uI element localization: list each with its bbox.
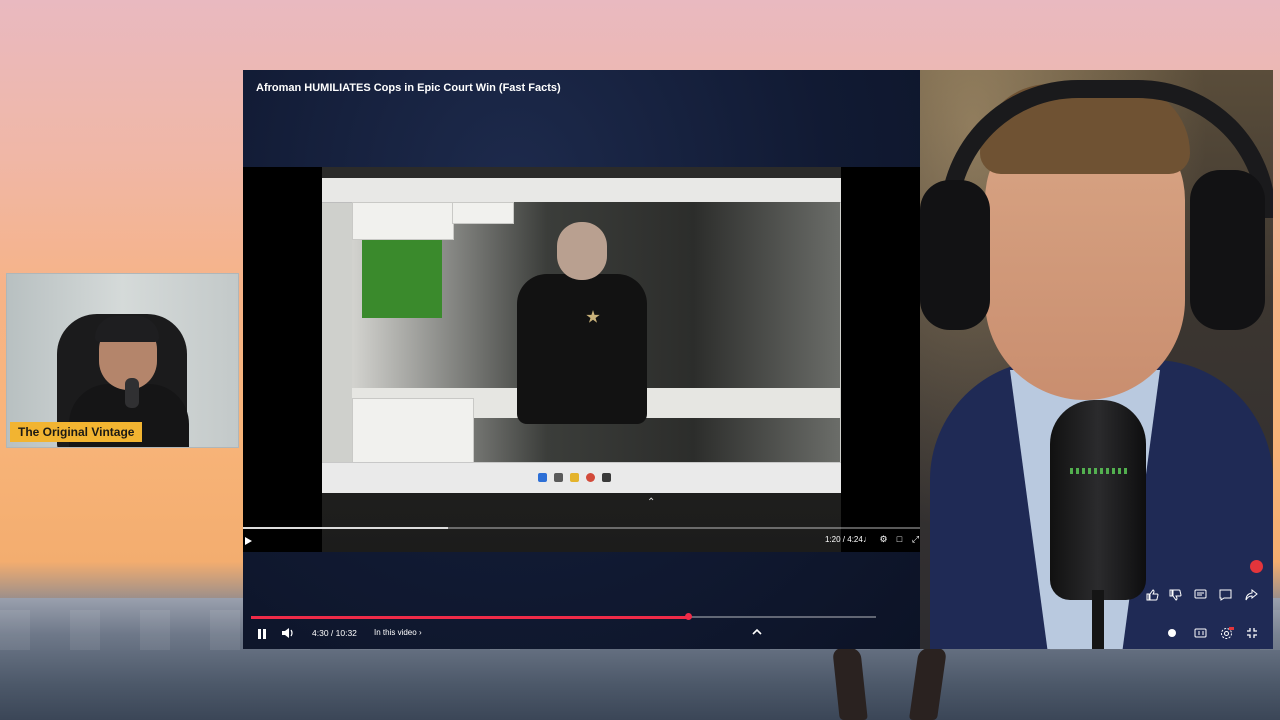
volume-icon[interactable] (281, 627, 294, 642)
embedded-volume-icon: ♩ (863, 534, 872, 544)
host-camera-feed (920, 70, 1273, 649)
chapter-button[interactable]: In this video › (374, 628, 422, 637)
background-person-legs (826, 648, 956, 720)
video-title[interactable]: Afroman HUMILIATES Cops in Epic Court Wi… (256, 82, 561, 94)
pause-icon[interactable] (257, 629, 267, 639)
comment-icon[interactable] (1194, 589, 1207, 604)
duration: 10:32 (335, 628, 357, 638)
embedded-time: 1:20 / 4:24 (825, 535, 863, 544)
microphone (1050, 400, 1146, 600)
live-indicator-dot (1250, 560, 1263, 573)
progress-scrubber-handle[interactable] (684, 613, 692, 620)
embedded-settings-icon: ⚙ (879, 534, 888, 544)
chevron-up-icon[interactable] (751, 626, 763, 640)
embedded-pip-icon: □ (896, 534, 903, 544)
chapter-label: In this video (374, 628, 417, 637)
bodycam-kitchen-scene (352, 202, 840, 464)
streamer-name-badge: The Original Vintage (10, 422, 143, 442)
inner-chevron-up-icon: ⌃ (647, 497, 656, 508)
recorded-monitor (322, 178, 841, 493)
media-player-titlebar (322, 178, 841, 203)
current-time: 4:30 (312, 628, 329, 638)
exit-fullscreen-icon[interactable] (1246, 627, 1258, 642)
time-separator: / (328, 628, 336, 638)
embedded-play-icon (245, 537, 252, 545)
recorded-taskbar (322, 462, 841, 493)
thumbs-up-icon[interactable] (1146, 589, 1159, 604)
current-time-display: 4:30 / 10:32 (312, 628, 357, 638)
embedded-fullscreen-icon: ⤢ (911, 534, 920, 544)
chat-icon[interactable] (1219, 589, 1232, 604)
share-icon[interactable] (1245, 588, 1258, 604)
officer-figure (512, 222, 652, 424)
chevron-right-icon: › (418, 628, 422, 637)
embedded-video: ⌃ 1:20 / 4:24 ♩ ⚙ □ ⤢ (243, 167, 920, 552)
settings-icon[interactable] (1220, 627, 1234, 643)
video-player[interactable]: Afroman HUMILIATES Cops in Epic Court Wi… (243, 70, 920, 649)
autoplay-toggle-icon[interactable] (1166, 627, 1178, 642)
video-progress-bar[interactable] (251, 613, 876, 620)
thumbs-down-icon[interactable] (1169, 589, 1182, 604)
embedded-video-frame: ⌃ (322, 167, 841, 552)
captions-icon[interactable] (1194, 627, 1207, 642)
embedded-progress-bar (243, 527, 920, 529)
